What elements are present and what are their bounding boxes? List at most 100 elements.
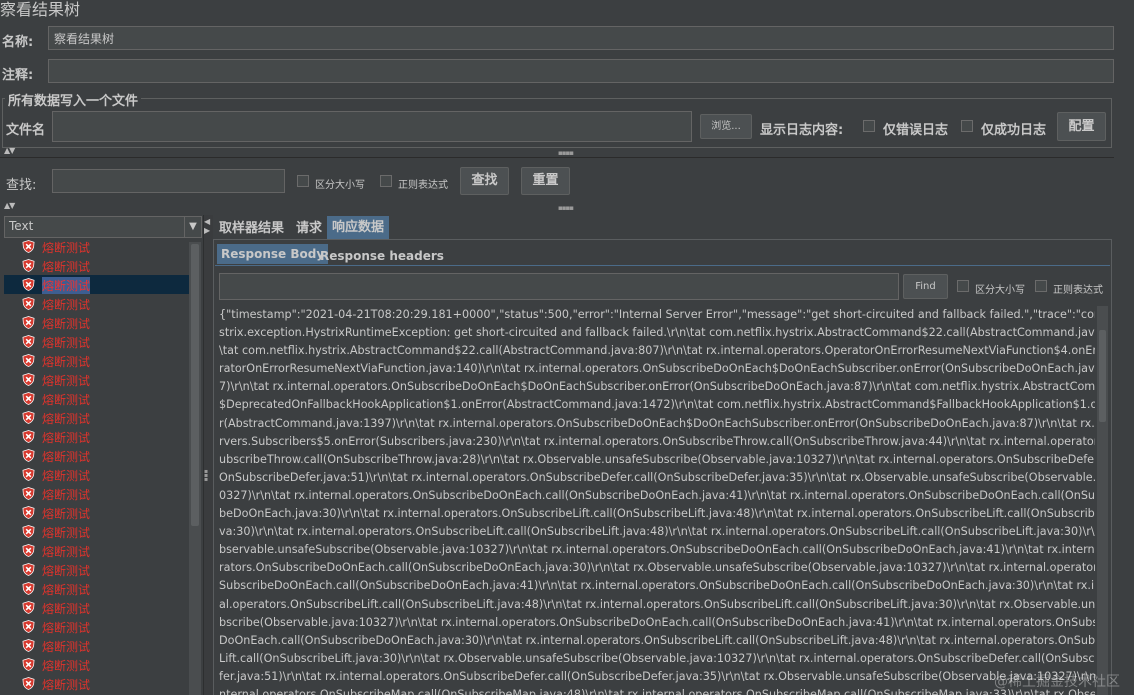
tree-item[interactable]: 熔断测试 — [4, 560, 190, 579]
tree-item[interactable]: 熔断测试 — [4, 465, 190, 484]
comment-label: 注释: — [2, 68, 34, 83]
tree-item-label: 熔断测试 — [42, 412, 91, 426]
tree-item[interactable]: 熔断测试 — [4, 256, 190, 275]
tree-scrollbar[interactable] — [189, 242, 201, 695]
regex-checkbox[interactable] — [380, 175, 392, 187]
tree-item[interactable]: 熔断测试 — [4, 237, 190, 256]
body-find-button[interactable]: Find — [903, 274, 948, 299]
tree-item[interactable]: 熔断测试 — [4, 484, 190, 503]
tree-item-label: 熔断测试 — [42, 640, 91, 654]
tree-item[interactable]: 熔断测试 — [4, 674, 190, 693]
collapse-arrows[interactable]: ▲▼ — [4, 146, 15, 155]
tree-item[interactable]: 熔断测试 — [4, 427, 190, 446]
tree-item[interactable]: 熔断测试 — [4, 370, 190, 389]
tree-item-label: 熔断测试 — [42, 602, 91, 616]
find-button[interactable]: 查找 — [460, 167, 509, 195]
error-shield-icon — [22, 259, 35, 272]
tree-item[interactable]: 熔断测试 — [4, 541, 190, 560]
error-shield-icon — [22, 297, 35, 310]
results-tree[interactable]: 熔断测试 熔断测试 熔断测试 熔断测试 熔断测试 熔断测试 熔断测试 熔断测试 熔断测试 熔断测试… — [4, 237, 190, 695]
tree-item[interactable]: 熔断测试 — [4, 636, 190, 655]
case-sensitive-checkbox[interactable] — [297, 175, 309, 187]
name-input[interactable]: 察看结果树 — [48, 26, 1114, 50]
vertical-splitter[interactable] — [203, 215, 213, 695]
response-line: {"timestamp":"2021-04-21T08:20:29.181+00… — [219, 308, 1095, 321]
error-shield-icon — [22, 487, 35, 500]
tree-item[interactable]: 熔断测试 — [4, 275, 190, 294]
separator — [0, 157, 1114, 158]
error-shield-icon — [22, 354, 35, 367]
comment-input[interactable] — [48, 59, 1114, 83]
body-case-checkbox[interactable] — [957, 280, 969, 292]
body-search-input[interactable] — [219, 273, 899, 300]
tree-item[interactable]: 熔断测试 — [4, 351, 190, 370]
regex-label: 正则表达式 — [398, 180, 448, 191]
subtab-underline — [215, 265, 1110, 266]
tree-item[interactable]: 熔断测试 — [4, 389, 190, 408]
tree-scrollbar-thumb[interactable] — [191, 244, 199, 526]
tree-item-label: 熔断测试 — [42, 450, 91, 464]
tree-item[interactable]: 熔断测试 — [4, 522, 190, 541]
tree-item-label: 熔断测试 — [42, 355, 91, 369]
tree-item-label: 熔断测试 — [42, 621, 91, 635]
search-label: 查找: — [6, 178, 37, 193]
subtab-response-body[interactable]: Response Body — [217, 244, 329, 264]
vertical-collapse-arrows[interactable]: ◀ ▶ — [204, 217, 210, 235]
tab-response-data[interactable]: 响应数据 — [327, 216, 390, 239]
reset-button[interactable]: 重置 — [521, 167, 570, 195]
collapse-arrows-2[interactable]: ▲▼ — [4, 201, 15, 210]
vertical-splitter-grip[interactable]: ▪ ▪ ▪ — [204, 469, 208, 483]
response-line: Lift.call(OnSubscribeLift.java:30)\r\n\t… — [219, 651, 1095, 665]
error-shield-icon — [22, 335, 35, 348]
splitter-grip-2[interactable]: ▪▪▪▪ — [558, 204, 574, 212]
search-input[interactable] — [52, 169, 285, 193]
tree-item[interactable]: 熔断测试 — [4, 294, 190, 313]
renderer-select[interactable]: Text ▼ — [4, 216, 202, 238]
tree-item[interactable]: 熔断测试 — [4, 617, 190, 636]
response-body-text[interactable]: {"timestamp":"2021-04-21T08:20:29.181+00… — [219, 306, 1095, 695]
tree-item[interactable]: 熔断测试 — [4, 332, 190, 351]
error-shield-icon — [22, 525, 35, 538]
tree-item[interactable]: 熔断测试 — [4, 503, 190, 522]
tree-item[interactable]: 熔断测试 — [4, 408, 190, 427]
browse-button[interactable]: 浏览... — [700, 114, 752, 139]
tree-item-label: 熔断测试 — [42, 488, 91, 502]
tree-item[interactable]: 熔断测试 — [4, 446, 190, 465]
error-shield-icon — [22, 677, 35, 690]
tab-request[interactable]: 请求 — [291, 219, 327, 239]
response-line: rvers.Subscribers$5.onError(Subscribers.… — [219, 434, 1095, 448]
tree-item-label: 熔断测试 — [42, 317, 91, 331]
chevron-down-icon[interactable]: ▼ — [184, 217, 201, 237]
tree-item[interactable]: 熔断测试 — [4, 579, 190, 598]
body-regex-label: 正则表达式 — [1053, 285, 1103, 296]
body-scrollbar[interactable] — [1097, 306, 1108, 695]
splitter-grip[interactable]: ▪▪▪▪ — [558, 149, 574, 157]
file-name-input[interactable] — [52, 111, 692, 142]
configure-button[interactable]: 配置 — [1057, 112, 1106, 141]
error-shield-icon — [22, 506, 35, 519]
body-scrollbar-thumb[interactable] — [1099, 330, 1106, 422]
tree-item-label: 熔断测试 — [42, 431, 91, 445]
subtab-response-headers[interactable]: Response headers — [316, 246, 448, 266]
errors-only-label: 仅错误日志 — [883, 123, 949, 138]
file-group-title: 所有数据写入一个文件 — [5, 90, 142, 109]
tree-item-label: 熔断测试 — [42, 678, 91, 692]
response-line: strix.exception.HystrixRuntimeException:… — [219, 326, 1095, 340]
tree-item[interactable]: 熔断测试 — [4, 655, 190, 674]
body-regex-checkbox[interactable] — [1035, 280, 1047, 292]
response-line: bservable.unsafeSubscribe(Observable.jav… — [219, 543, 1095, 557]
response-line: 0327)\r\n\tat rx.internal.operators.OnSu… — [219, 488, 1095, 502]
error-shield-icon — [22, 240, 35, 253]
tree-item[interactable]: 熔断测试 — [4, 313, 190, 332]
success-only-label: 仅成功日志 — [981, 123, 1047, 138]
tab-sampler-result[interactable]: 取样器结果 — [214, 219, 289, 239]
response-line: bscribe(Observable.java:10327)\r\n\tat r… — [219, 615, 1095, 629]
success-only-checkbox[interactable] — [961, 120, 973, 132]
tree-item[interactable]: 熔断测试 — [4, 598, 190, 617]
response-line: \tat com.netflix.hystrix.AbstractCommand… — [219, 344, 1095, 358]
response-line: ratorOnErrorResumeNextViaFunction.java:1… — [219, 362, 1095, 376]
error-shield-icon — [22, 639, 35, 652]
errors-only-checkbox[interactable] — [863, 120, 875, 132]
error-shield-icon — [22, 658, 35, 671]
tree-item-label: 熔断测试 — [42, 336, 91, 350]
